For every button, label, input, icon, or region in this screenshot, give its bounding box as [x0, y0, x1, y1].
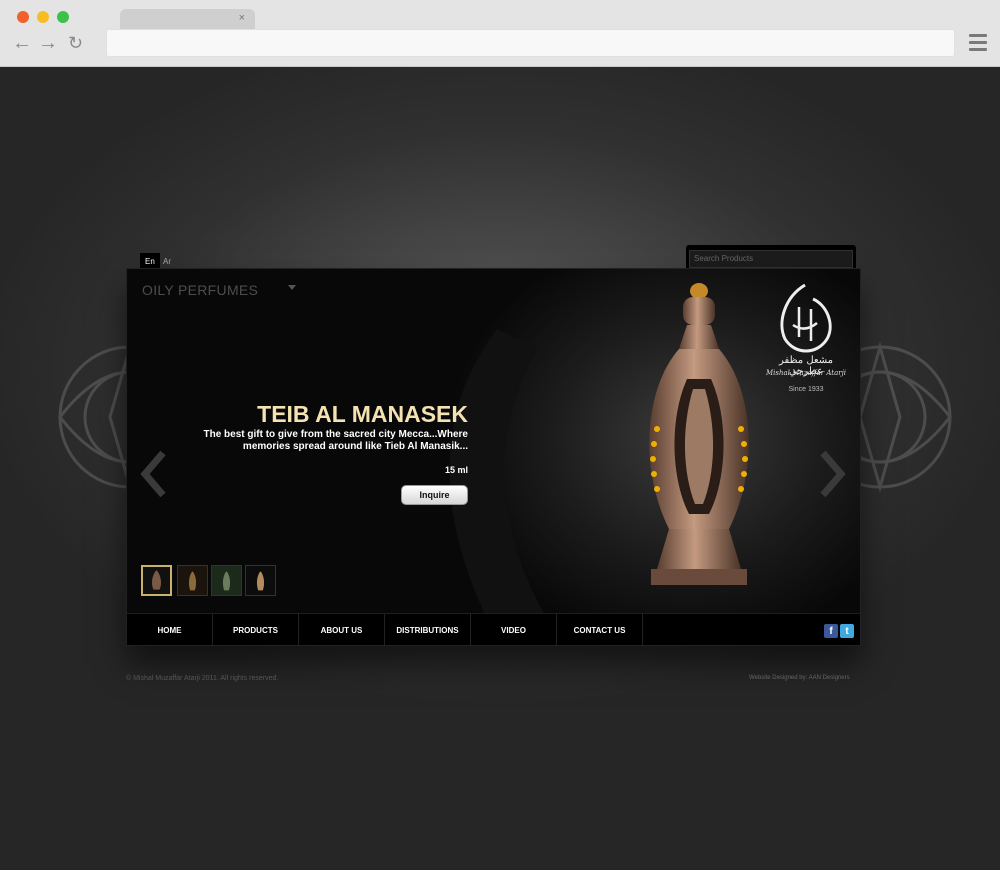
product-size: 15 ml	[444, 465, 468, 475]
brand-since: Since 1933	[788, 386, 824, 393]
site-frame: OILY PERFUMES TEIB AL MANASEK The best g…	[126, 268, 861, 646]
footer-credit-link[interactable]: Website Designed by: AAN Designers	[749, 675, 850, 681]
main-navigation: HOME PRODUCTS ABOUT US DISTRIBUTIONS VID…	[127, 613, 860, 645]
nav-video[interactable]: VIDEO	[471, 614, 557, 645]
nav-home[interactable]: HOME	[127, 614, 213, 645]
next-slide-arrow-icon[interactable]	[817, 449, 847, 499]
brand-logo	[780, 283, 832, 353]
product-title: TEIB AL MANASEK	[257, 401, 468, 427]
category-dropdown[interactable]: OILY PERFUMES	[142, 282, 258, 298]
nav-products[interactable]: PRODUCTS	[213, 614, 299, 645]
facebook-icon[interactable]: f	[824, 624, 838, 638]
twitter-icon[interactable]: t	[840, 624, 854, 638]
search-box	[686, 245, 856, 270]
minimize-window-button[interactable]	[37, 11, 49, 23]
maximize-window-button[interactable]	[57, 11, 69, 23]
inquire-button[interactable]: Inquire	[401, 485, 468, 505]
hamburger-menu-icon[interactable]	[969, 34, 987, 52]
browser-tab[interactable]: ×	[120, 9, 255, 31]
thumbnail-3[interactable]	[211, 565, 242, 596]
nav-about-us[interactable]: ABOUT US	[299, 614, 385, 645]
forward-arrow-icon[interactable]: →	[38, 33, 58, 53]
reload-icon[interactable]: ↻	[68, 33, 83, 53]
page-background: En Ar OILY PERFUMES TEIB AL MANASEK The …	[0, 67, 1000, 870]
browser-chrome: × ← → ↻	[0, 0, 1000, 67]
background-swoosh-decoration	[449, 329, 547, 619]
footer-copyright: © Mishal Muzaffar Atarji 2011. All right…	[126, 675, 279, 682]
tab-close-icon[interactable]: ×	[239, 12, 245, 24]
address-bar[interactable]	[106, 29, 955, 57]
thumbnail-4[interactable]	[245, 565, 276, 596]
product-description: The best gift to give from the sacred ci…	[203, 429, 468, 452]
thumbnail-2[interactable]	[177, 565, 208, 596]
hero-slider: OILY PERFUMES TEIB AL MANASEK The best g…	[127, 269, 860, 619]
back-arrow-icon[interactable]: ←	[12, 33, 32, 53]
thumbnail-1[interactable]	[141, 565, 172, 596]
brand-english-name: Mishal Muzaffar Atarji	[765, 369, 847, 377]
nav-distributions[interactable]: DISTRIBUTIONS	[385, 614, 471, 645]
close-window-button[interactable]	[17, 11, 29, 23]
perfume-bottle-image	[649, 283, 749, 585]
previous-slide-arrow-icon[interactable]	[139, 449, 169, 499]
chevron-down-icon[interactable]	[288, 285, 296, 290]
nav-contact-us[interactable]: CONTACT US	[557, 614, 643, 645]
search-products-input[interactable]	[689, 249, 853, 268]
